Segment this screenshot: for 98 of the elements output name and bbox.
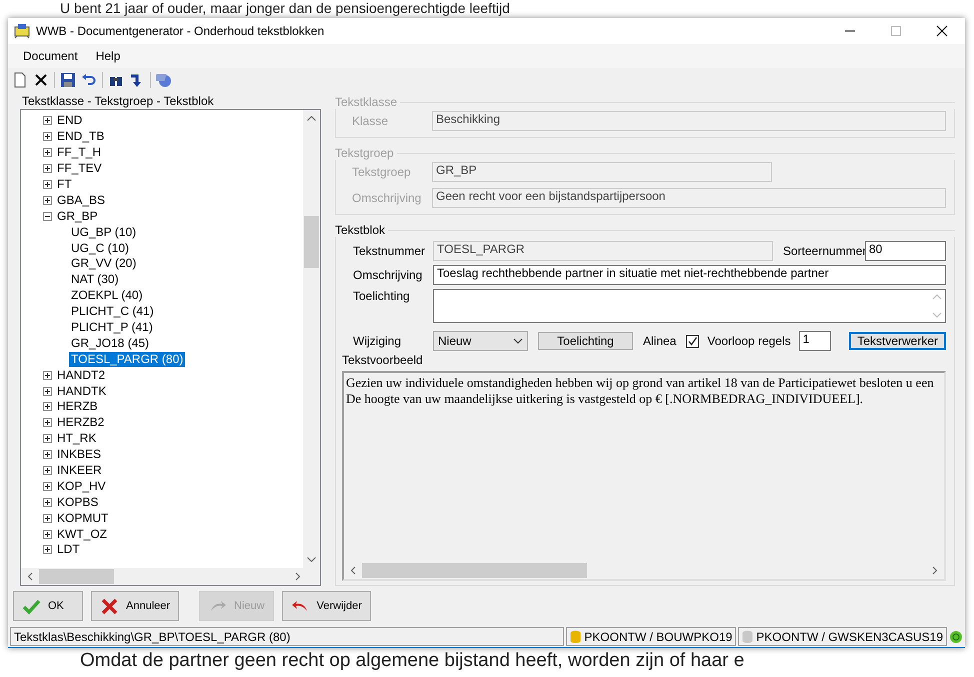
tree-item[interactable]: HANDT2 [55, 368, 108, 383]
menu-item[interactable]: Document [14, 46, 87, 66]
save-icon[interactable] [60, 72, 76, 88]
checkbox[interactable] [686, 334, 700, 348]
undo-icon[interactable] [81, 72, 97, 88]
toelichting-button[interactable]: Toelichting [538, 332, 633, 350]
cross-icon [100, 596, 120, 616]
field-label: Toelichting [353, 289, 411, 303]
window-title: WWB - Documentgenerator - Onderhoud tekstblokken [36, 24, 326, 38]
input-field[interactable]: 1 [798, 331, 831, 351]
tree-item[interactable]: HANDTK [55, 384, 108, 399]
expand-icon[interactable] [43, 545, 52, 554]
dropdown[interactable]: Nieuw [433, 331, 528, 351]
panel-title: Tekstklasse - Tekstgroep - Tekstblok [21, 95, 215, 109]
expand-icon[interactable] [43, 148, 52, 158]
field-label: Sorteernummer [783, 244, 865, 258]
tree-item[interactable]: END [55, 113, 84, 128]
input-field[interactable]: Toeslag rechthebbende partner in situatie met niet-rechthebbende partner [433, 265, 946, 285]
expand-icon[interactable] [43, 164, 52, 174]
preview-text-line: De hoogte van uw maandelijkse uitkering is vastgesteld op € [.NORMBEDRAG_INDIVIDUEEL]. [346, 391, 864, 407]
expand-icon[interactable] [43, 132, 52, 142]
collapse-icon[interactable] [43, 212, 52, 221]
tree-item[interactable]: TOESL_PARGR (80) [69, 352, 186, 367]
field-label: Tekstnummer [353, 244, 426, 258]
preview-text-line: Gezien uw individuele omstandigheden hebben wij op grond van artikel 18 van de Participatiewet besloten u een [346, 375, 934, 391]
field-label: Voorloop regels [707, 334, 791, 348]
scroll-down-icon [307, 557, 316, 562]
expand-icon[interactable] [43, 116, 52, 126]
tree-item[interactable]: UG_C (10) [69, 240, 132, 256]
group-title: Tekstgroep [335, 146, 394, 160]
expand-icon[interactable] [43, 482, 52, 491]
delete-icon[interactable] [33, 72, 49, 88]
action-button[interactable]: OK [13, 591, 83, 621]
tree-item[interactable]: PLICHT_C (41) [69, 304, 156, 320]
tree-item[interactable]: HERZB2 [55, 415, 106, 430]
field-label: Tekstgroep [352, 165, 412, 179]
tree-item[interactable]: LDT [55, 542, 82, 558]
field-label: Omschrijving [353, 268, 424, 282]
tree-item[interactable]: PLICHT_P (41) [69, 320, 155, 336]
tree-item[interactable]: HT_RK [55, 431, 98, 446]
expand-icon[interactable] [43, 450, 52, 460]
field-label: Omschrijving [352, 191, 422, 205]
tree-item[interactable]: FT [55, 177, 74, 192]
expand-icon[interactable] [43, 418, 52, 428]
tree-view[interactable] [20, 109, 321, 586]
expand-icon[interactable] [43, 530, 52, 539]
action-button[interactable]: Verwijder [282, 591, 371, 621]
tree-item[interactable]: GBA_BS [55, 192, 108, 208]
field-label: Tekstvoorbeeld [342, 353, 424, 367]
expand-icon[interactable] [43, 180, 52, 189]
tree-item[interactable]: KOPMUT [55, 510, 110, 526]
expand-icon[interactable] [43, 434, 52, 444]
tree-item[interactable]: INKBES [55, 447, 104, 462]
tree-item[interactable]: FF_TEV [55, 161, 104, 176]
field-label: Alinea [643, 334, 676, 348]
field-label: Klasse [352, 114, 390, 128]
field-label: Wijziging [353, 334, 402, 348]
expand-icon[interactable] [43, 466, 52, 476]
tree-item[interactable]: GR_JO18 (45) [69, 336, 152, 351]
checkmark-icon [687, 336, 698, 346]
document-text: U bent 21 jaar of ouder, maar jonger dan de pensioengerechtigde leeftijd [59, 0, 510, 17]
expand-icon[interactable] [43, 402, 52, 412]
status-connection: PKOONTW / BOUWPKO19 [566, 627, 736, 646]
group-title: Tekstblok [335, 223, 386, 237]
expand-icon[interactable] [43, 498, 52, 507]
status-connection: PKOONTW / GWSKEN3CASUS19 [738, 627, 947, 646]
tree-item[interactable]: UG_BP (10) [69, 224, 138, 240]
tree-item[interactable]: GR_VV (20) [69, 256, 138, 272]
input-field[interactable]: 80 [865, 241, 946, 261]
new-document-icon[interactable] [12, 72, 28, 88]
expand-icon[interactable] [43, 386, 52, 396]
scroll-thumb[interactable] [304, 216, 319, 268]
menu-item[interactable]: Help [86, 46, 130, 66]
chevron-down-icon [513, 338, 523, 344]
document-text: Omdat de partner geen recht op algemene bijstand heeft, worden zijn of haar e [79, 649, 744, 673]
expand-icon[interactable] [43, 370, 52, 380]
expand-icon[interactable] [43, 514, 52, 523]
tree-item[interactable]: END_TB [55, 129, 106, 144]
status-path: Tekstklas\Beschikking\GR_BP\TOESL_PARGR (80) [10, 627, 564, 646]
action-button[interactable]: Annuleer [91, 591, 180, 621]
tree-item[interactable]: KOP_HV [55, 478, 108, 494]
tree-item[interactable]: KWT_OZ [55, 526, 109, 542]
close-icon[interactable] [936, 25, 948, 37]
tree-item[interactable]: NAT (30) [69, 272, 121, 288]
scroll-up-icon [307, 116, 316, 121]
horizontal-scrollbar[interactable] [21, 568, 320, 585]
text-area[interactable] [433, 289, 946, 323]
status-indicator-icon [949, 630, 963, 644]
tree-item[interactable]: ZOEKPL (40) [69, 288, 145, 304]
tree-item[interactable]: FF_T_H [55, 145, 104, 160]
tree-item[interactable]: KOPBS [55, 494, 100, 510]
tekstverwerker-button[interactable]: Tekstverwerker [849, 332, 946, 350]
expand-icon[interactable] [43, 196, 52, 205]
vertical-scrollbar[interactable] [303, 110, 320, 568]
tree-item[interactable]: INKEER [55, 463, 104, 478]
tree-item[interactable]: GR_BP [55, 208, 100, 224]
tree-item[interactable]: HERZB [55, 399, 100, 414]
group-title: Tekstklasse [335, 95, 398, 109]
